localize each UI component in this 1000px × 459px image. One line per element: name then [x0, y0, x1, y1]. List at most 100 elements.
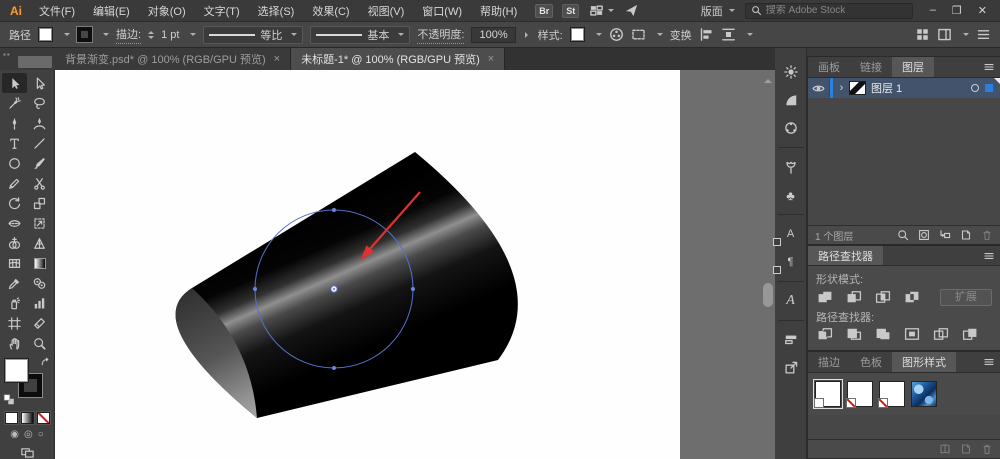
tab-artboards[interactable]: 画板: [808, 57, 850, 77]
divide-icon[interactable]: [816, 327, 836, 342]
zoom-tool[interactable]: [27, 333, 52, 353]
tab-links[interactable]: 链接: [850, 57, 892, 77]
menu-item-file[interactable]: 文件(F): [30, 3, 84, 19]
line-segment-tool[interactable]: [27, 133, 52, 153]
menu-item-edit[interactable]: 编辑(E): [84, 3, 139, 19]
draw-normal-icon[interactable]: ◉: [10, 430, 19, 440]
artboard-tool[interactable]: [2, 313, 27, 333]
tab-stroke[interactable]: 描边: [808, 352, 850, 372]
new-style-icon[interactable]: [960, 443, 972, 455]
expand-layer-icon[interactable]: ›: [836, 82, 847, 94]
width-profile-dropdown[interactable]: 等比: [203, 25, 304, 44]
document-tab-1[interactable]: 背景渐变.psd* @ 100% (RGB/GPU 预览) ×: [55, 48, 292, 70]
recolor-artwork-icon[interactable]: [609, 27, 624, 42]
menu-item-help[interactable]: 帮助(H): [471, 3, 526, 19]
crop-icon[interactable]: [903, 327, 923, 342]
pencil-tool[interactable]: [2, 173, 27, 193]
magic-wand-tool[interactable]: [2, 93, 27, 113]
make-clipping-mask-icon[interactable]: [918, 229, 930, 241]
menu-item-type[interactable]: 文字(T): [195, 3, 249, 19]
free-transform-tool[interactable]: [27, 213, 52, 233]
menu-item-select[interactable]: 选择(S): [249, 3, 304, 19]
tab-pathfinder[interactable]: 路径查找器: [808, 246, 883, 265]
panel-menu-icon[interactable]: [978, 57, 1000, 77]
fill-swatch[interactable]: [5, 359, 28, 382]
stroke-panel-link[interactable]: 描边:: [116, 26, 142, 44]
slice-tool[interactable]: [27, 313, 52, 333]
paintbrush-tool[interactable]: [27, 153, 52, 173]
perspective-grid-tool[interactable]: [27, 233, 52, 253]
gradient-tool[interactable]: [27, 253, 52, 273]
mesh-tool[interactable]: [2, 253, 27, 273]
minus-front-icon[interactable]: [845, 290, 865, 305]
artboard-canvas[interactable]: [55, 70, 680, 459]
appearance-panel-icon[interactable]: [780, 61, 802, 83]
close-button[interactable]: ✕: [971, 4, 994, 17]
target-circle-icon[interactable]: [971, 84, 979, 92]
app-logo[interactable]: Ai: [10, 4, 22, 18]
style-default[interactable]: [813, 379, 843, 409]
intersect-icon[interactable]: [874, 290, 894, 305]
default-fill-stroke-icon[interactable]: [3, 394, 15, 405]
color-guide-panel-icon[interactable]: [780, 117, 802, 139]
tab-layers[interactable]: 图层: [892, 57, 934, 77]
minus-back-icon[interactable]: [961, 327, 981, 342]
glyphs-panel-icon[interactable]: A: [780, 290, 802, 312]
stroke-color-swatch[interactable]: [76, 26, 93, 43]
stock-button[interactable]: St: [562, 3, 580, 18]
chevron-down-icon[interactable]: [64, 33, 70, 39]
styles-empty-area[interactable]: [808, 415, 1000, 439]
style-libraries-icon[interactable]: [939, 443, 951, 455]
brushes-panel-icon[interactable]: [780, 156, 802, 178]
chevron-down-icon[interactable]: [963, 33, 969, 39]
menu-item-window[interactable]: 窗口(W): [413, 3, 471, 19]
layers-list-area[interactable]: [808, 98, 1000, 225]
chevron-down-icon[interactable]: [656, 33, 663, 39]
chevron-down-icon[interactable]: [746, 33, 753, 39]
menu-item-effect[interactable]: 效果(C): [303, 3, 358, 19]
shape-builder-tool[interactable]: [2, 233, 27, 253]
expand-button[interactable]: 扩展: [940, 289, 992, 306]
style-swatch[interactable]: [569, 27, 585, 42]
brush-definition-dropdown[interactable]: 基本: [310, 25, 411, 44]
asset-export-panel-icon[interactable]: [780, 357, 802, 379]
trim-icon[interactable]: [845, 327, 865, 342]
screen-mode-icon[interactable]: [20, 446, 35, 459]
pen-tool[interactable]: [2, 113, 27, 133]
delete-style-icon[interactable]: [981, 443, 993, 455]
chevron-down-icon[interactable]: [103, 33, 109, 39]
transform-link[interactable]: 变换: [670, 27, 692, 43]
selection-tool[interactable]: [2, 73, 27, 93]
merge-icon[interactable]: [874, 327, 894, 342]
type-tool[interactable]: [2, 133, 27, 153]
share-icon[interactable]: [624, 3, 639, 18]
layer-thumbnail[interactable]: [849, 81, 866, 95]
minimize-button[interactable]: –: [923, 4, 943, 17]
layer-name[interactable]: 图层 1: [871, 80, 971, 96]
opacity-value[interactable]: 100%: [471, 26, 516, 43]
menu-item-view[interactable]: 视图(V): [359, 3, 414, 19]
search-input[interactable]: [765, 5, 907, 16]
scale-tool[interactable]: [27, 193, 52, 213]
align-panel-icon[interactable]: [915, 27, 930, 42]
symbols-panel-icon[interactable]: ♣: [780, 184, 802, 206]
scissors-tool[interactable]: [27, 173, 52, 193]
eyedropper-tool[interactable]: [2, 273, 27, 293]
fill-color-swatch[interactable]: [38, 27, 53, 42]
scroll-up-icon[interactable]: [764, 75, 772, 83]
none-button[interactable]: [36, 412, 50, 424]
panel-menu-icon[interactable]: [978, 352, 1000, 372]
outline-icon[interactable]: [932, 327, 952, 342]
distribute-objects-icon[interactable]: [721, 27, 736, 42]
color-button[interactable]: [4, 412, 18, 424]
stroke-weight-value[interactable]: 1 pt: [161, 29, 179, 41]
new-layer-icon[interactable]: [960, 229, 972, 241]
layer-row[interactable]: › 图层 1: [808, 78, 1000, 98]
chevron-down-icon[interactable]: [595, 33, 602, 39]
opacity-link[interactable]: 不透明度:: [417, 26, 465, 44]
delete-layer-icon[interactable]: [981, 229, 993, 241]
chevron-down-icon[interactable]: [190, 33, 197, 39]
character-styles-panel-icon[interactable]: A: [772, 223, 802, 246]
artboards-panel-icon[interactable]: [780, 329, 802, 351]
rotate-tool[interactable]: [2, 193, 27, 213]
